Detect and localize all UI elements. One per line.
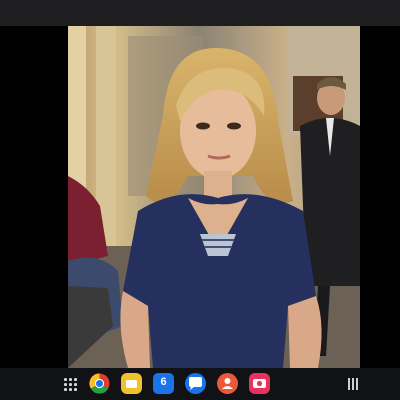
files-icon[interactable] — [121, 373, 142, 394]
video-scene — [68, 26, 360, 368]
apps-launcher-icon[interactable] — [62, 376, 78, 392]
chrome-icon[interactable] — [89, 373, 110, 394]
messages-icon[interactable] — [185, 373, 206, 394]
contacts-icon[interactable] — [217, 373, 238, 394]
video-frame[interactable] — [68, 26, 360, 368]
camera-icon[interactable] — [249, 373, 270, 394]
recents-icon[interactable] — [346, 378, 360, 390]
top-status-bar — [0, 0, 400, 26]
calendar-day-label: 6 — [160, 376, 167, 388]
calendar-icon[interactable]: 6 — [153, 373, 174, 394]
video-stage[interactable] — [0, 26, 400, 368]
taskbar: 6 — [0, 368, 400, 400]
